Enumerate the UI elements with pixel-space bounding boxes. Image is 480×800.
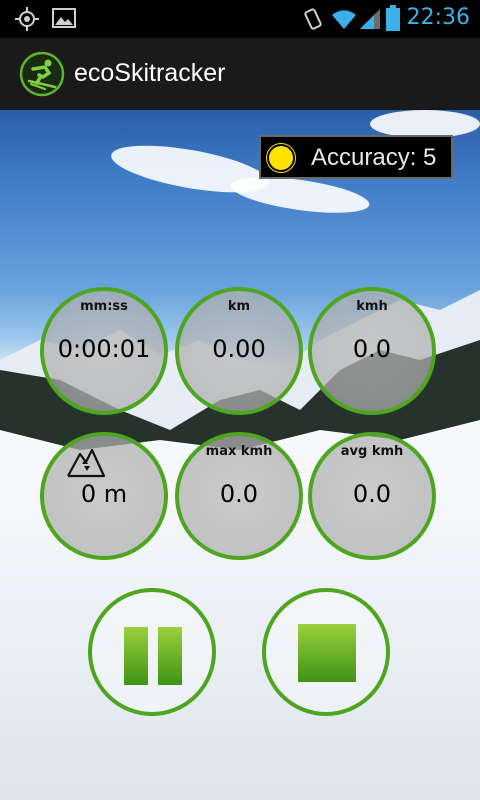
accuracy-indicator: Accuracy: 5 (259, 135, 453, 179)
distance-gauge: km 0.00 (175, 287, 303, 415)
signal-icon (360, 9, 380, 29)
avg-speed-gauge-label: avg kmh (340, 444, 404, 459)
app-title: ecoSkitracker (74, 59, 226, 87)
action-bar: ecoSkitracker (0, 38, 480, 111)
skier-icon[interactable] (19, 51, 65, 97)
status-bar: 22:36 (0, 0, 480, 38)
speed-gauge: kmh 0.0 (308, 287, 436, 415)
main-panel: Accuracy: 5 mm:ss 0:00:01 km 0.00 kmh 0.… (0, 110, 480, 800)
vibrate-icon (304, 8, 322, 30)
stop-button[interactable] (262, 588, 390, 716)
avg-speed-gauge-value: 0.0 (352, 480, 392, 508)
distance-gauge-label: km (227, 299, 251, 314)
wifi-icon (332, 10, 356, 29)
mountain-icon (67, 448, 106, 478)
accuracy-dot-icon (267, 144, 295, 172)
distance-gauge-value: 0.00 (212, 335, 266, 363)
cloud (370, 110, 480, 138)
time-gauge-label: mm:ss (80, 299, 128, 314)
max-speed-gauge-value: 0.0 (219, 480, 259, 508)
pause-button[interactable] (88, 588, 216, 716)
max-speed-gauge-label: max kmh (205, 444, 273, 459)
speed-gauge-label: kmh (356, 299, 388, 314)
altitude-gauge: 0 m (40, 432, 168, 560)
time-gauge-value: 0:00:01 (57, 335, 151, 363)
max-speed-gauge: max kmh 0.0 (175, 432, 303, 560)
time-gauge: mm:ss 0:00:01 (40, 287, 168, 415)
altitude-gauge-value: 0 m (80, 480, 128, 508)
accuracy-label: Accuracy: 5 (311, 144, 437, 171)
avg-speed-gauge: avg kmh 0.0 (308, 432, 436, 560)
gps-icon (15, 7, 39, 31)
battery-icon (386, 5, 400, 31)
status-time: 22:36 (406, 5, 470, 30)
image-icon (52, 8, 76, 28)
stop-icon (298, 624, 356, 682)
speed-gauge-value: 0.0 (352, 335, 392, 363)
